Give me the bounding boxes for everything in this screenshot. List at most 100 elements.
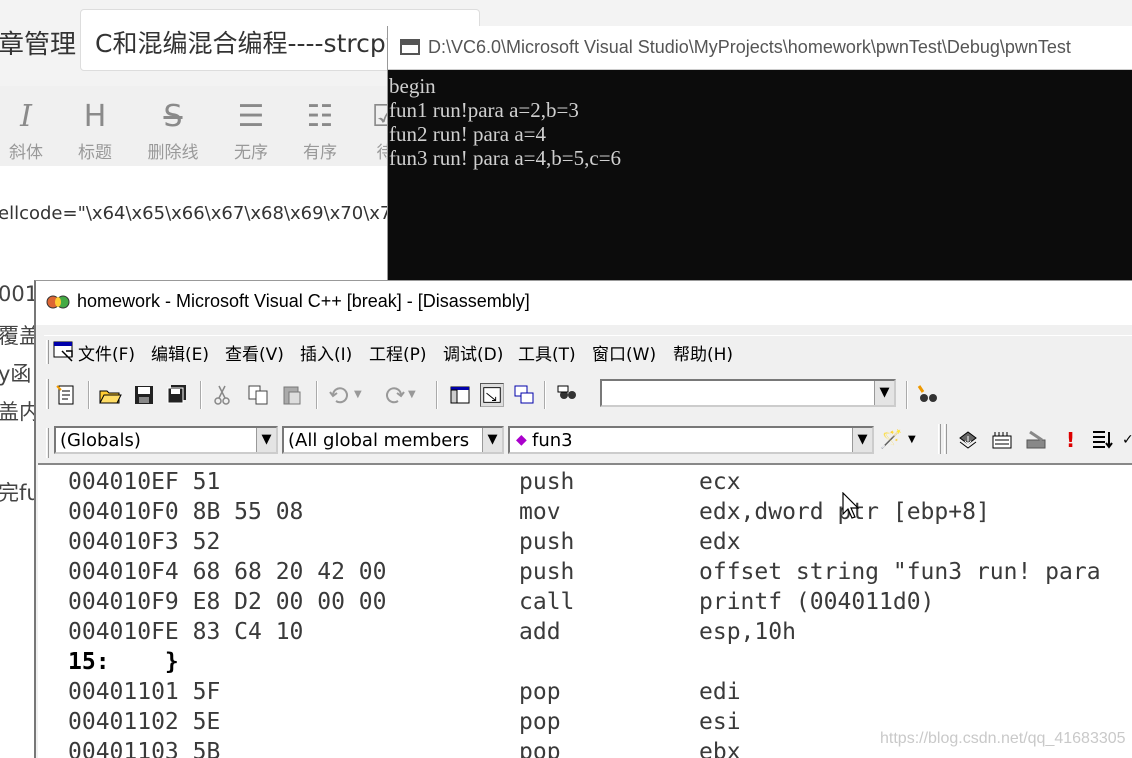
italic-label: 斜体 bbox=[9, 143, 43, 163]
menu-debug[interactable]: 调试(D) bbox=[443, 340, 503, 365]
chevron-down-icon[interactable]: ▼ bbox=[874, 381, 894, 405]
operand: esi bbox=[699, 709, 741, 735]
new-file-icon[interactable] bbox=[54, 383, 78, 407]
heading-button[interactable]: H 标题 bbox=[65, 86, 125, 166]
toolbar-grip[interactable] bbox=[938, 424, 941, 454]
save-icon[interactable] bbox=[132, 383, 156, 407]
undo-icon[interactable] bbox=[328, 383, 352, 407]
ide-window[interactable]: homework - Microsoft Visual C++ [break] … bbox=[34, 280, 1132, 758]
address-bytes: 004010F4 68 68 20 42 00 bbox=[68, 559, 387, 585]
paste-icon[interactable] bbox=[280, 383, 304, 407]
address-bytes: 004010FE 83 C4 10 bbox=[68, 619, 304, 645]
document-window-icon[interactable] bbox=[52, 339, 76, 363]
disassembly-row[interactable]: 004010FE 83 C4 10 add esp,10h bbox=[38, 617, 1132, 647]
watermark: https://blog.csdn.net/qq_41683305 bbox=[880, 730, 1126, 747]
console-window[interactable]: D:\VC6.0\Microsoft Visual Studio\MyProje… bbox=[387, 26, 1132, 286]
disassembly-row[interactable]: 004010EF 51 push ecx bbox=[38, 467, 1132, 497]
scope-combo[interactable]: (Globals) ▼ bbox=[54, 426, 278, 454]
disassembly-view[interactable]: 004010EF 51 push ecx 004010F0 8B 55 08 mov ed… bbox=[38, 463, 1132, 758]
members-combo[interactable]: (All global members ▼ bbox=[282, 426, 504, 454]
function-combo[interactable]: ◆ fun3 ▼ bbox=[508, 426, 874, 454]
source-line-text: 15: } bbox=[68, 649, 179, 675]
strikethrough-button[interactable]: S 删除线 bbox=[143, 86, 203, 166]
heading-icon: H bbox=[83, 99, 107, 134]
console-line: fun1 run!para a=2,b=3 bbox=[389, 98, 579, 122]
menu-edit[interactable]: 编辑(E) bbox=[151, 340, 209, 365]
mnemonic: pop bbox=[519, 709, 561, 735]
output-window-icon[interactable] bbox=[480, 383, 504, 407]
redo-icon[interactable] bbox=[382, 383, 406, 407]
address-bytes: 004010F9 E8 D2 00 00 00 bbox=[68, 589, 387, 615]
menu-tools[interactable]: 工具(T) bbox=[518, 340, 576, 365]
toolbar-grip[interactable] bbox=[46, 379, 49, 409]
menu-insert[interactable]: 插入(I) bbox=[300, 340, 352, 365]
find-binoculars-icon[interactable] bbox=[916, 383, 940, 407]
chevron-down-icon[interactable]: ▼ bbox=[256, 428, 276, 452]
open-folder-icon[interactable] bbox=[98, 383, 122, 407]
unordered-list-button[interactable]: ☰ 无序 bbox=[221, 86, 281, 166]
toolbar-separator bbox=[316, 381, 318, 409]
strikethrough-icon: S bbox=[163, 99, 183, 134]
console-titlebar[interactable]: D:\VC6.0\Microsoft Visual Studio\MyProje… bbox=[388, 26, 1132, 70]
undo-dropdown-icon[interactable]: ▼ bbox=[354, 383, 378, 407]
ordered-list-button[interactable]: ☷ 有序 bbox=[290, 86, 350, 166]
editor-code-line: ellcode="\x64\x65\x66\x67\x68\x69\x70\x7… bbox=[0, 203, 403, 224]
members-combo-text: (All global members bbox=[288, 430, 470, 451]
operand: edi bbox=[699, 679, 741, 705]
redo-dropdown-icon[interactable]: ▼ bbox=[408, 383, 432, 407]
console-line: fun2 run! para a=4 bbox=[389, 122, 547, 146]
wizard-wand-icon[interactable]: 🪄 bbox=[880, 428, 904, 452]
wizard-dropdown-icon[interactable]: ▼ bbox=[908, 428, 932, 452]
copy-icon[interactable] bbox=[246, 383, 270, 407]
unordered-list-label: 无序 bbox=[234, 143, 268, 163]
address-bytes: 004010F0 8B 55 08 bbox=[68, 499, 304, 525]
find-combo[interactable]: ▼ bbox=[600, 379, 896, 407]
italic-icon: I bbox=[20, 99, 32, 134]
console-line: begin bbox=[389, 74, 436, 98]
menu-window[interactable]: 窗口(W) bbox=[592, 340, 656, 365]
build-icon[interactable] bbox=[990, 428, 1014, 452]
go-icon[interactable] bbox=[1090, 428, 1114, 452]
console-line: fun3 run! para a=4,b=5,c=6 bbox=[389, 146, 622, 170]
menubar-grip[interactable] bbox=[46, 340, 49, 364]
menu-project[interactable]: 工程(P) bbox=[369, 340, 427, 365]
insert-breakpoint-icon[interactable]: ✓ bbox=[1122, 428, 1132, 452]
disassembly-row[interactable]: 004010F9 E8 D2 00 00 00 call printf (00401… bbox=[38, 587, 1132, 617]
italic-button[interactable]: I 斜体 bbox=[0, 86, 56, 166]
toolbar-grip[interactable] bbox=[944, 424, 947, 454]
source-line-row[interactable]: 15: } bbox=[38, 647, 1132, 677]
mnemonic: mov bbox=[519, 499, 561, 525]
mnemonic: call bbox=[519, 589, 575, 615]
address-bytes: 004010F3 52 bbox=[68, 529, 221, 555]
console-window-icon bbox=[400, 39, 420, 55]
scope-combo-text: (Globals) bbox=[60, 430, 141, 451]
mnemonic: pop bbox=[519, 679, 561, 705]
disassembly-row[interactable]: 00401101 5F pop edi bbox=[38, 677, 1132, 707]
find-in-files-icon[interactable] bbox=[556, 383, 580, 407]
ide-titlebar[interactable]: homework - Microsoft Visual C++ [break] … bbox=[36, 281, 1132, 325]
address-bytes: 00401101 5F bbox=[68, 679, 221, 705]
window-list-icon[interactable] bbox=[512, 383, 536, 407]
console-title: D:\VC6.0\Microsoft Visual Studio\MyProje… bbox=[428, 37, 1071, 57]
disassembly-row[interactable]: 004010F4 68 68 20 42 00 push offset string… bbox=[38, 557, 1132, 587]
operand: esp,10h bbox=[699, 619, 796, 645]
menu-help[interactable]: 帮助(H) bbox=[673, 340, 733, 365]
menu-view[interactable]: 查看(V) bbox=[225, 340, 284, 365]
ordered-list-icon: ☷ bbox=[306, 99, 334, 134]
mnemonic: push bbox=[519, 559, 575, 585]
workspace-icon[interactable] bbox=[448, 383, 472, 407]
disassembly-row[interactable]: 004010F3 52 push edx bbox=[38, 527, 1132, 557]
stop-build-icon[interactable] bbox=[1024, 428, 1048, 452]
cut-icon[interactable] bbox=[210, 383, 234, 407]
disassembly-row[interactable]: 004010F0 8B 55 08 mov edx,dword ptr [ebp+8… bbox=[38, 497, 1132, 527]
save-all-icon[interactable] bbox=[164, 383, 188, 407]
toolbar-separator bbox=[200, 381, 202, 409]
mnemonic: push bbox=[519, 529, 575, 555]
execute-icon[interactable]: ! bbox=[1066, 428, 1076, 452]
chevron-down-icon[interactable]: ▼ bbox=[852, 428, 872, 452]
ide-title: homework - Microsoft Visual C++ [break] … bbox=[77, 291, 530, 311]
compile-icon[interactable] bbox=[956, 428, 980, 452]
chevron-down-icon[interactable]: ▼ bbox=[482, 428, 502, 452]
menu-file[interactable]: 文件(F) bbox=[78, 340, 135, 365]
toolbar-grip[interactable] bbox=[46, 428, 49, 458]
